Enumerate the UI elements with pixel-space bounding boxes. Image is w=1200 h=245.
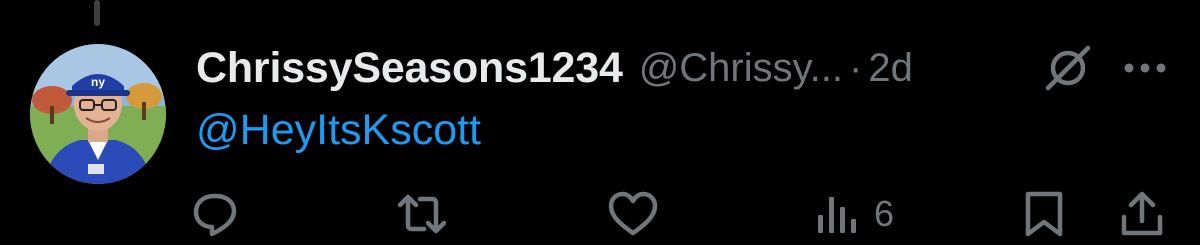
grok-icon[interactable] bbox=[1040, 40, 1096, 96]
reply-button[interactable] bbox=[190, 186, 240, 242]
tweet-header: ChrissySeasons1234 @Chrissy... · 2d bbox=[196, 38, 913, 98]
display-name[interactable]: ChrissySeasons1234 bbox=[196, 44, 623, 93]
like-icon bbox=[606, 189, 660, 239]
separator-dot: · bbox=[849, 45, 863, 90]
reply-icon bbox=[190, 189, 240, 239]
share-icon bbox=[1118, 189, 1166, 239]
repost-icon bbox=[394, 189, 450, 239]
mention-link[interactable]: @HeyItsKscott bbox=[196, 106, 481, 155]
action-bar: 6 bbox=[0, 186, 1200, 242]
svg-text:ny: ny bbox=[91, 75, 105, 89]
views-count: 6 bbox=[874, 193, 895, 234]
timestamp[interactable]: 2d bbox=[868, 46, 913, 91]
user-handle[interactable]: @Chrissy... bbox=[639, 46, 843, 91]
bookmark-button[interactable] bbox=[1022, 186, 1066, 242]
thread-connector-line bbox=[94, 0, 100, 26]
more-icon[interactable] bbox=[1122, 40, 1168, 96]
views-icon bbox=[814, 191, 860, 237]
bookmark-icon bbox=[1022, 189, 1066, 239]
like-button[interactable] bbox=[606, 186, 660, 242]
avatar[interactable]: ny bbox=[30, 44, 166, 184]
views-button[interactable]: 6 bbox=[814, 186, 894, 242]
share-button[interactable] bbox=[1118, 186, 1166, 242]
repost-button[interactable] bbox=[394, 186, 450, 242]
